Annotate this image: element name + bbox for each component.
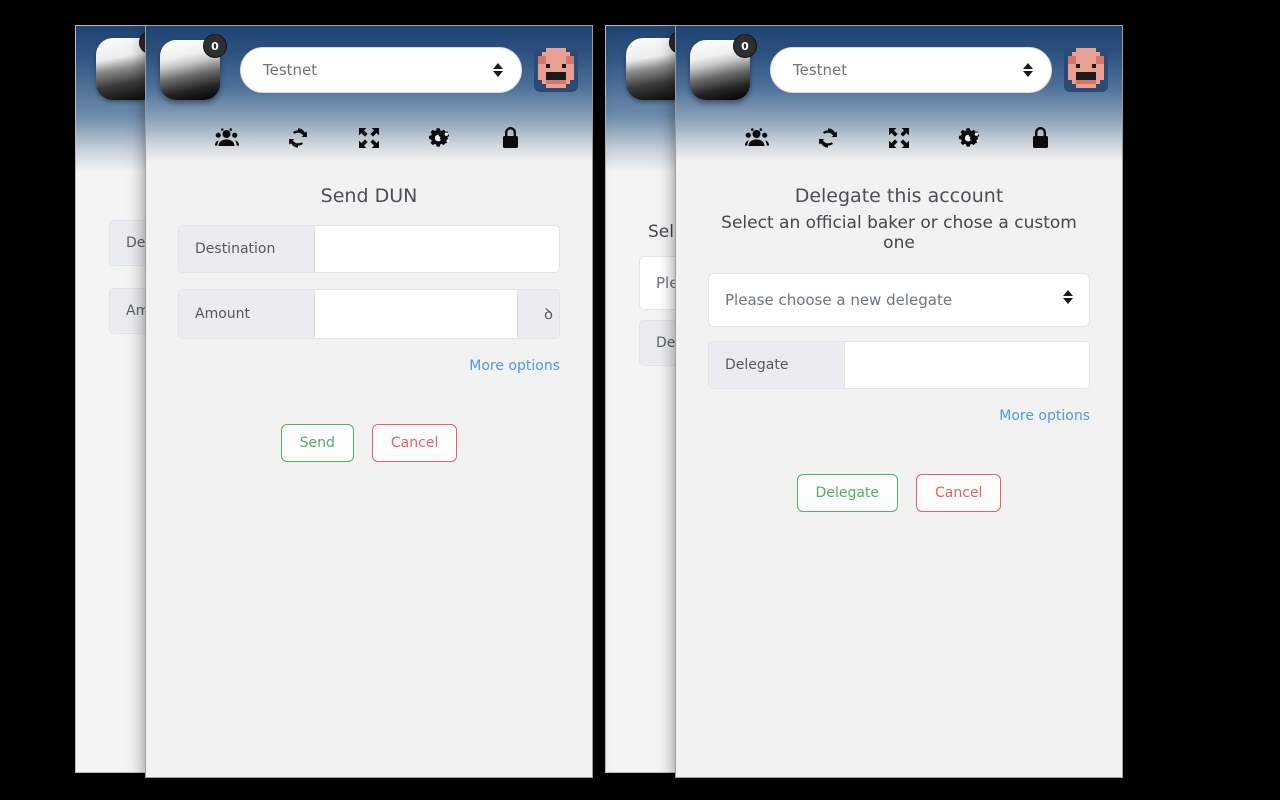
delegate-input[interactable]: [845, 342, 1089, 388]
network-select-value-2: Testnet: [793, 61, 848, 79]
delegate-header-top: 0 Testnet: [676, 26, 1122, 114]
background-window-send-title: [134, 124, 138, 140]
refresh-icon-2[interactable]: [811, 123, 845, 153]
page-title-2: Delegate this account: [794, 185, 1004, 207]
delegate-button[interactable]: Delegate: [796, 474, 899, 512]
expand-icon[interactable]: [352, 123, 386, 153]
lock-icon[interactable]: [494, 123, 528, 153]
destination-input[interactable]: [315, 226, 559, 272]
notification-badge-2: 0: [733, 34, 757, 58]
chevron-updown-icon-3: [1063, 290, 1073, 310]
network-select[interactable]: Testnet: [240, 47, 522, 93]
send-dun-window[interactable]: 0 Testnet Send DUN Destination Amount ꝺ …: [145, 25, 593, 778]
avatar-pixel-art: [534, 48, 578, 92]
app-logo-wrap[interactable]: 0: [160, 34, 227, 100]
notification-badge: 0: [203, 34, 227, 58]
gears-icon-2[interactable]: [953, 123, 987, 153]
gears-icon[interactable]: [423, 123, 457, 153]
avatar-pixel-art-2: [1064, 48, 1108, 92]
network-select-value: Testnet: [263, 61, 318, 79]
chevron-updown-icon: [493, 60, 503, 80]
more-options-link-2[interactable]: More options: [999, 408, 1090, 424]
delegate-button-row: Delegate Cancel: [708, 474, 1090, 512]
refresh-icon[interactable]: [281, 123, 315, 153]
desktop-background: 0 Destination Amount 0 Select an officia…: [0, 0, 1280, 800]
page-subtitle: Select an official baker or chose a cust…: [721, 213, 1077, 253]
send-button[interactable]: Send: [280, 424, 354, 462]
currency-unit: ꝺ: [517, 290, 559, 338]
users-icon-2[interactable]: [740, 123, 774, 153]
page-title: Send DUN: [320, 185, 418, 207]
delegate-window[interactable]: 0 Testnet Delegate this account Select a…: [675, 25, 1123, 778]
delegate-select-value: Please choose a new delegate: [725, 291, 953, 309]
avatar-2[interactable]: [1064, 48, 1108, 92]
send-header-top: 0 Testnet: [146, 26, 592, 114]
avatar[interactable]: [534, 48, 578, 92]
users-icon[interactable]: [210, 123, 244, 153]
delegate-select[interactable]: Please choose a new delegate: [708, 273, 1090, 327]
lock-icon-2[interactable]: [1024, 123, 1058, 153]
send-window-header: 0 Testnet: [146, 26, 592, 161]
delegate-window-body: Delegate this account Select an official…: [676, 161, 1122, 777]
destination-input-group[interactable]: Destination: [178, 225, 560, 273]
destination-label: Destination: [179, 226, 315, 272]
app-logo-wrap-2[interactable]: 0: [690, 34, 757, 100]
more-options-link[interactable]: More options: [469, 358, 560, 374]
cancel-button[interactable]: Cancel: [371, 424, 458, 462]
amount-input-group[interactable]: Amount ꝺ: [178, 289, 560, 339]
cancel-button-2[interactable]: Cancel: [916, 474, 1002, 512]
send-window-body: Send DUN Destination Amount ꝺ More optio…: [146, 161, 592, 777]
send-button-row: Send Cancel: [178, 424, 560, 462]
send-more-options-row: More options: [178, 355, 560, 374]
delegate-label: Delegate: [709, 342, 845, 388]
amount-label: Amount: [179, 290, 315, 338]
chevron-updown-icon-2: [1023, 60, 1033, 80]
expand-icon-2[interactable]: [882, 123, 916, 153]
delegate-more-options-row: More options: [708, 405, 1090, 424]
amount-input[interactable]: [315, 290, 517, 338]
delegate-toolbar[interactable]: [676, 114, 1122, 161]
send-toolbar[interactable]: [146, 114, 592, 161]
delegate-window-header: 0 Testnet: [676, 26, 1122, 161]
delegate-input-group[interactable]: Delegate: [708, 341, 1090, 389]
network-select-2[interactable]: Testnet: [770, 47, 1052, 93]
